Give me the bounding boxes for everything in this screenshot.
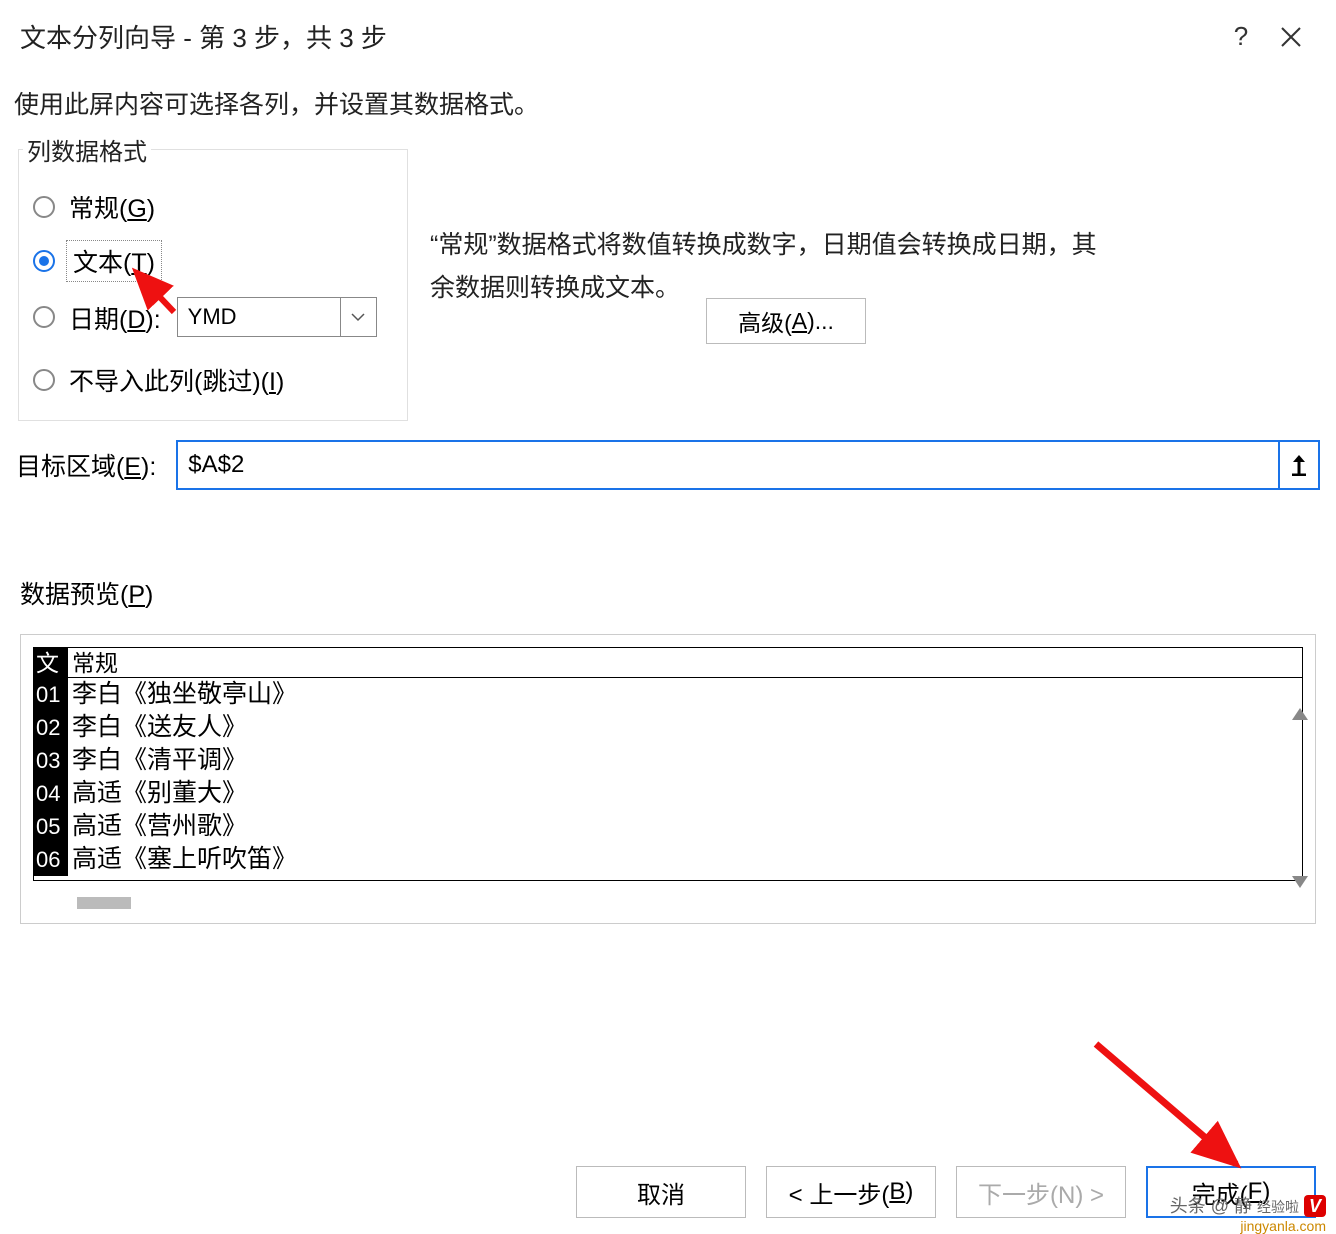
preview-header-row: 文 常规 (34, 648, 1302, 678)
watermark-site: jingyanla.com (1170, 1218, 1326, 1234)
preview-row: 04高适《别董大》 (34, 777, 1302, 810)
radio-general[interactable]: 常规(G) (33, 188, 393, 225)
cell-b: 李白《清平调》 (68, 744, 1302, 777)
preview-label: 数据预览(P) (20, 575, 153, 611)
target-input[interactable] (178, 442, 1278, 488)
date-format-value: YMD (178, 298, 340, 336)
cell-b: 高适《营州歌》 (68, 810, 1302, 843)
watermark-mid: 经验啦 (1257, 1199, 1299, 1215)
cell-a: 02 (34, 711, 68, 744)
target-label: 目标区域(E): (16, 447, 156, 483)
cell-a: 05 (34, 810, 68, 843)
cell-a: 03 (34, 744, 68, 777)
radio-icon (33, 250, 55, 272)
preview-row: 02李白《送友人》 (34, 711, 1302, 744)
radio-text[interactable]: 文本(T) (33, 243, 393, 279)
watermark: 头条 @ 静 经验啦 V jingyanla.com (1170, 1192, 1326, 1234)
preview-header-b: 常规 (68, 648, 1302, 677)
preview-header-a: 文 (34, 648, 68, 677)
close-button[interactable] (1266, 26, 1316, 48)
format-info-text: “常规”数据格式将数值转换成数字，日期值会转换成日期，其余数据则转换成文本。 (430, 224, 1120, 309)
radio-text-label: 文本(T) (69, 243, 159, 279)
target-input-wrap (176, 440, 1320, 490)
dialog-title: 文本分列向导 - 第 3 步，共 3 步 (20, 18, 1216, 55)
cell-b: 李白《独坐敬亭山》 (68, 678, 1302, 711)
chevron-down-icon (340, 298, 376, 336)
cell-a: 04 (34, 777, 68, 810)
preview-row: 06高适《塞上听吹笛》 (34, 843, 1302, 876)
preview-panel: 文 常规 01李白《独坐敬亭山》 02李白《送友人》 03李白《清平调》 04高… (20, 634, 1316, 924)
radio-date-label: 日期(D): (69, 299, 161, 336)
watermark-text: 头条 @ 静 (1170, 1196, 1252, 1216)
vertical-scrollbar[interactable] (1288, 650, 1308, 908)
radio-icon (33, 196, 55, 218)
cancel-button[interactable]: 取消 (576, 1166, 746, 1218)
column-format-group: 列数据格式 常规(G) 文本(T) 日期(D): YMD 不导入此列(跳过)(I… (18, 149, 408, 421)
help-button[interactable]: ? (1216, 21, 1266, 52)
radio-general-label: 常规(G) (69, 188, 155, 225)
scroll-down-icon (1292, 876, 1308, 888)
collapse-dialog-icon[interactable] (1278, 442, 1318, 488)
radio-skip-label: 不导入此列(跳过)(I) (69, 361, 284, 398)
horizontal-scrollbar-thumb[interactable] (77, 897, 131, 909)
radio-icon (33, 369, 55, 391)
preview-row: 03李白《清平调》 (34, 744, 1302, 777)
cell-a: 01 (34, 678, 68, 711)
watermark-badge-icon: V (1304, 1195, 1326, 1217)
radio-date[interactable]: 日期(D): YMD (33, 297, 393, 337)
next-button: 下一步(N) > (956, 1166, 1126, 1218)
back-button[interactable]: < 上一步(B) (766, 1166, 936, 1218)
preview-grid[interactable]: 文 常规 01李白《独坐敬亭山》 02李白《送友人》 03李白《清平调》 04高… (33, 647, 1303, 881)
cell-a: 06 (34, 843, 68, 876)
radio-skip[interactable]: 不导入此列(跳过)(I) (33, 361, 393, 398)
instruction-text: 使用此屏内容可选择各列，并设置其数据格式。 (0, 65, 1336, 131)
date-format-combo[interactable]: YMD (177, 297, 377, 337)
cell-b: 高适《别董大》 (68, 777, 1302, 810)
preview-row: 01李白《独坐敬亭山》 (34, 678, 1302, 711)
scroll-up-icon (1292, 708, 1308, 720)
group-legend: 列数据格式 (23, 132, 151, 167)
advanced-button[interactable]: 高级(A)... (706, 298, 866, 344)
radio-icon (33, 306, 55, 328)
preview-row: 05高适《营州歌》 (34, 810, 1302, 843)
cell-b: 高适《塞上听吹笛》 (68, 843, 1302, 876)
cell-b: 李白《送友人》 (68, 711, 1302, 744)
